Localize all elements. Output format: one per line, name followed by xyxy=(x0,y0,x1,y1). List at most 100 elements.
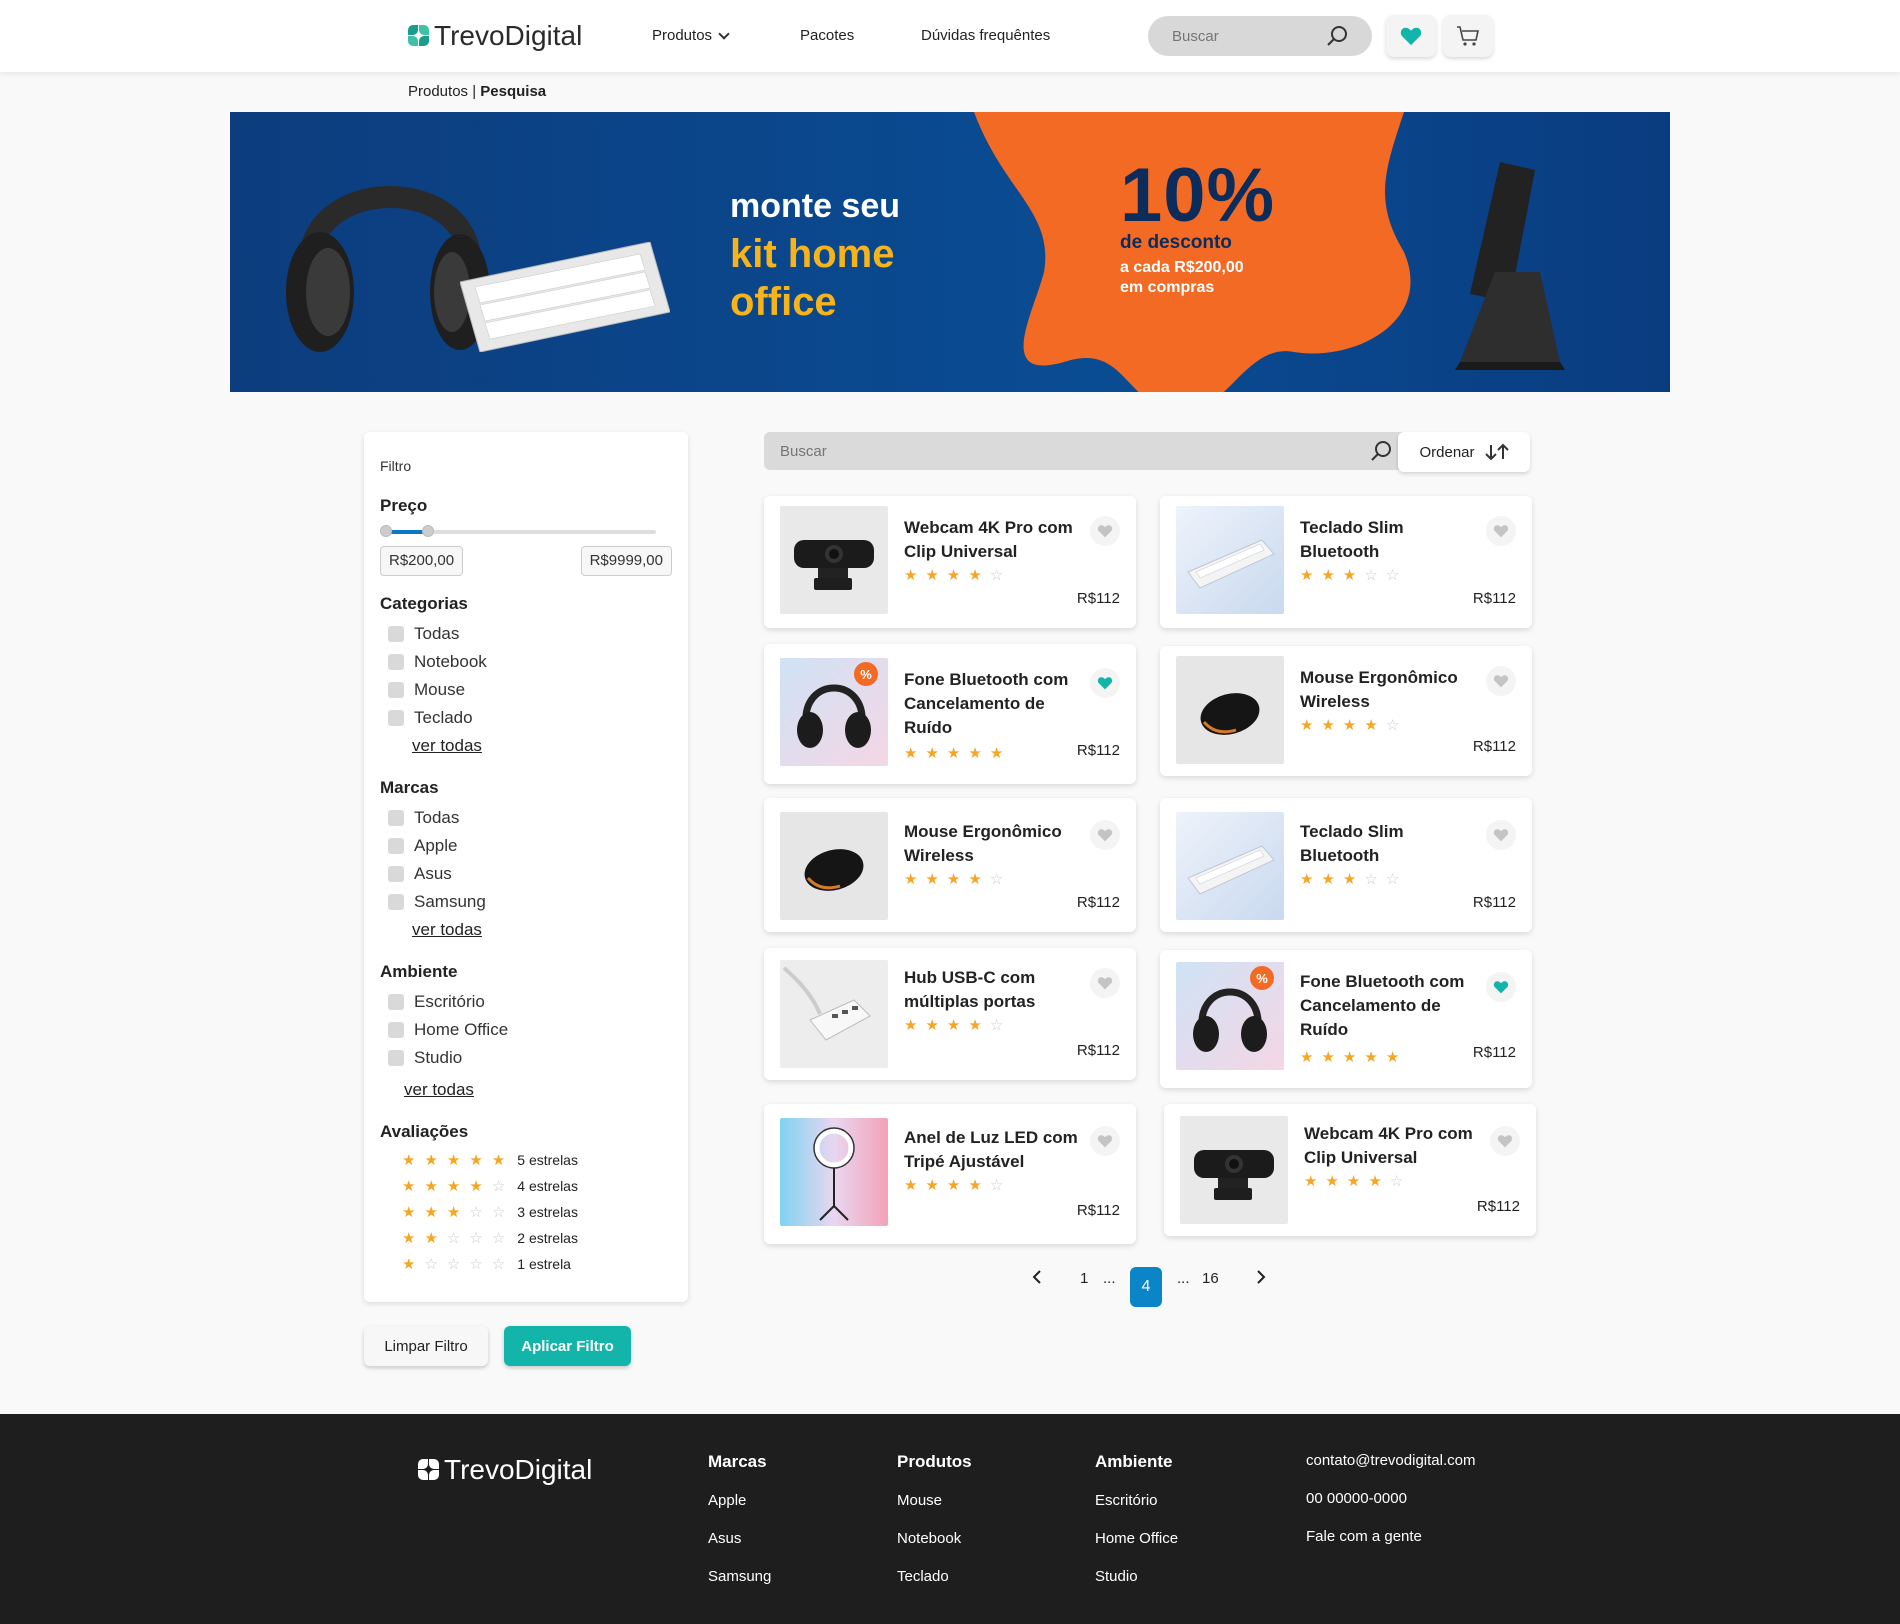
product-image-webcam[interactable] xyxy=(780,506,888,614)
product-name[interactable]: Fone Bluetooth com Cancelamento de Ruído xyxy=(1300,970,1480,1042)
product-name[interactable]: Webcam 4K Pro com Clip Universal xyxy=(904,516,1084,564)
product-name[interactable]: Teclado Slim Bluetooth xyxy=(1300,820,1480,868)
favorite-toggle-button[interactable] xyxy=(1090,516,1120,546)
rating-option[interactable]: ★ ★ ★ ☆ ☆ 3 estrelas xyxy=(402,1204,578,1220)
header-search-input[interactable] xyxy=(1172,27,1312,45)
footer-link[interactable]: Escritório xyxy=(1095,1492,1158,1509)
rating-option[interactable]: ★ ☆ ☆ ☆ ☆ 1 estrela xyxy=(402,1256,571,1272)
clear-filter-button[interactable]: Limpar Filtro xyxy=(364,1326,488,1366)
footer-contact-phone[interactable]: 00 00000-0000 xyxy=(1306,1490,1407,1507)
product-name[interactable]: Webcam 4K Pro com Clip Universal xyxy=(1304,1122,1484,1170)
favorite-toggle-button[interactable] xyxy=(1090,968,1120,998)
footer-link[interactable]: Samsung xyxy=(708,1568,771,1585)
checkbox[interactable] xyxy=(388,654,404,670)
footer-link[interactable]: Home Office xyxy=(1095,1530,1178,1547)
checkbox[interactable] xyxy=(388,1050,404,1066)
product-card[interactable]: Webcam 4K Pro com Clip Universal ★ ★ ★ ★ ☆ R$1… xyxy=(1164,1104,1536,1236)
brand-logo[interactable]: TrevoDigital xyxy=(408,20,582,52)
product-image-mouse[interactable] xyxy=(1176,656,1284,764)
checkbox[interactable] xyxy=(388,994,404,1010)
product-image-mouse[interactable] xyxy=(780,812,888,920)
product-image-keyboard[interactable] xyxy=(1176,506,1284,614)
product-card[interactable]: % Fone Bluetooth com Cancelamento de Ruíd… xyxy=(764,644,1136,784)
favorite-toggle-button[interactable] xyxy=(1090,820,1120,850)
brand-option[interactable]: Asus xyxy=(388,864,452,884)
product-image-keyboard[interactable] xyxy=(1176,812,1284,920)
breadcrumb-parent[interactable]: Produtos xyxy=(408,83,468,100)
product-name[interactable]: Fone Bluetooth com Cancelamento de Ruído xyxy=(904,668,1084,740)
prev-page-button[interactable] xyxy=(1032,1270,1042,1288)
footer-link[interactable]: Studio xyxy=(1095,1568,1138,1585)
product-card[interactable]: Webcam 4K Pro com Clip Universal ★ ★ ★ ★ ☆ R$1… xyxy=(764,496,1136,628)
page-current[interactable]: 4 xyxy=(1130,1267,1162,1307)
product-card[interactable]: Hub USB-C com múltiplas portas ★ ★ ★ ★ ☆ R$112 xyxy=(764,948,1136,1080)
product-card[interactable]: % Fone Bluetooth com Cancelamento de Ruíd… xyxy=(1160,950,1532,1088)
product-image-ringlight[interactable] xyxy=(780,1118,888,1226)
rating-option[interactable]: ★ ★ ★ ★ ☆ 4 estrelas xyxy=(402,1178,578,1194)
apply-filter-button[interactable]: Aplicar Filtro xyxy=(504,1326,631,1366)
product-image-webcam[interactable] xyxy=(1180,1116,1288,1224)
brands-see-all-link[interactable]: ver todas xyxy=(412,920,482,940)
favorite-toggle-button[interactable] xyxy=(1486,666,1516,696)
environment-option[interactable]: Escritório xyxy=(388,992,485,1012)
footer-link[interactable]: Teclado xyxy=(897,1568,949,1585)
product-card[interactable]: Mouse Ergonômico Wireless ★ ★ ★ ★ ☆ R$112 xyxy=(1160,646,1532,776)
checkbox[interactable] xyxy=(388,682,404,698)
page-first[interactable]: 1 xyxy=(1080,1270,1088,1287)
favorite-toggle-button[interactable] xyxy=(1090,1126,1120,1156)
footer-link[interactable]: Asus xyxy=(708,1530,741,1547)
product-name[interactable]: Teclado Slim Bluetooth xyxy=(1300,516,1480,564)
page-last[interactable]: 16 xyxy=(1202,1270,1219,1287)
footer-contact-link[interactable]: Fale com a gente xyxy=(1306,1528,1422,1545)
product-card[interactable]: Mouse Ergonômico Wireless ★ ★ ★ ★ ☆ R$112 xyxy=(764,798,1136,932)
order-button[interactable]: Ordenar xyxy=(1398,432,1530,472)
price-max-field[interactable]: R$9999,00 xyxy=(580,546,672,576)
favorite-toggle-button[interactable] xyxy=(1486,972,1516,1002)
environment-option[interactable]: Studio xyxy=(388,1048,462,1068)
price-min-handle[interactable] xyxy=(380,525,392,537)
checkbox[interactable] xyxy=(388,810,404,826)
nav-pacotes[interactable]: Pacotes xyxy=(800,27,854,44)
checkbox[interactable] xyxy=(388,838,404,854)
search-icon[interactable] xyxy=(1326,25,1348,47)
footer-link[interactable]: Notebook xyxy=(897,1530,961,1547)
favorite-toggle-button[interactable] xyxy=(1486,820,1516,850)
footer-link[interactable]: Apple xyxy=(708,1492,746,1509)
product-name[interactable]: Mouse Ergonômico Wireless xyxy=(1300,666,1480,714)
product-search-input[interactable] xyxy=(780,442,1280,460)
environment-see-all-link[interactable]: ver todas xyxy=(404,1080,474,1100)
category-option[interactable]: Teclado xyxy=(388,708,473,728)
category-option[interactable]: Todas xyxy=(388,624,459,644)
category-option[interactable]: Mouse xyxy=(388,680,465,700)
favorite-toggle-button[interactable] xyxy=(1490,1126,1520,1156)
checkbox[interactable] xyxy=(388,866,404,882)
environment-option[interactable]: Home Office xyxy=(388,1020,508,1040)
favorites-button[interactable] xyxy=(1386,15,1436,57)
product-name[interactable]: Hub USB-C com múltiplas portas xyxy=(904,966,1084,1014)
footer-contact-email[interactable]: contato@trevodigital.com xyxy=(1306,1452,1475,1469)
product-image-hub[interactable] xyxy=(780,960,888,1068)
brand-option[interactable]: Apple xyxy=(388,836,457,856)
product-name[interactable]: Anel de Luz LED com Tripé Ajustável xyxy=(904,1126,1084,1174)
search-icon[interactable] xyxy=(1370,440,1392,462)
product-card[interactable]: Anel de Luz LED com Tripé Ajustável ★ ★ ★ ★ ☆… xyxy=(764,1104,1136,1244)
promo-banner[interactable]: monte seu kit home office 10% de descont… xyxy=(230,112,1670,392)
category-option[interactable]: Notebook xyxy=(388,652,487,672)
brand-option[interactable]: Samsung xyxy=(388,892,486,912)
price-min-field[interactable]: R$200,00 xyxy=(380,546,464,576)
next-page-button[interactable] xyxy=(1256,1270,1266,1288)
brand-option[interactable]: Todas xyxy=(388,808,459,828)
cart-button[interactable] xyxy=(1443,15,1493,57)
nav-produtos[interactable]: Produtos xyxy=(652,27,730,44)
nav-duvidas[interactable]: Dúvidas frequêntes xyxy=(921,27,1050,44)
price-range-slider[interactable] xyxy=(380,525,656,537)
categories-see-all-link[interactable]: ver todas xyxy=(412,736,482,756)
checkbox[interactable] xyxy=(388,1022,404,1038)
checkbox[interactable] xyxy=(388,626,404,642)
product-name[interactable]: Mouse Ergonômico Wireless xyxy=(904,820,1084,868)
favorite-toggle-button[interactable] xyxy=(1090,668,1120,698)
favorite-toggle-button[interactable] xyxy=(1486,516,1516,546)
footer-brand-logo[interactable]: TrevoDigital xyxy=(418,1454,592,1486)
product-image-headphones[interactable]: % xyxy=(780,658,888,766)
product-card[interactable]: Teclado Slim Bluetooth ★ ★ ★ ☆ ☆ R$112 xyxy=(1160,496,1532,628)
